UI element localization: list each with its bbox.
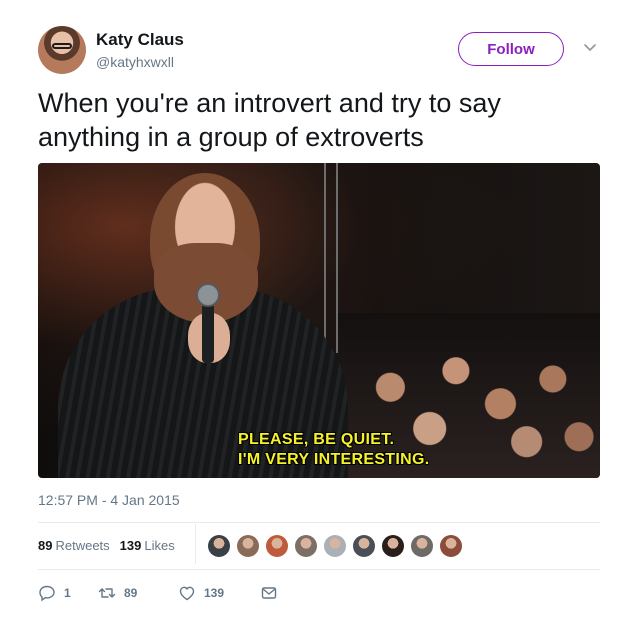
retweets-stat[interactable]: 89 Retweets bbox=[38, 538, 110, 553]
media-subtitle: PLEASE, BE QUIET. I'M VERY INTERESTING. bbox=[238, 430, 429, 470]
subtitle-line-1: PLEASE, BE QUIET. bbox=[238, 431, 395, 448]
tweet-actions: 1 89 139 bbox=[38, 582, 278, 604]
liker-avatar[interactable] bbox=[324, 535, 346, 557]
liker-avatar[interactable] bbox=[440, 535, 462, 557]
reply-button[interactable]: 1 bbox=[38, 584, 98, 602]
user-handle[interactable]: @katyhxwxll bbox=[96, 54, 174, 70]
liker-avatar[interactable] bbox=[353, 535, 375, 557]
user-name[interactable]: Katy Claus bbox=[96, 30, 184, 50]
reply-count: 1 bbox=[64, 586, 71, 600]
tweet-stats: 89 Retweets 139 Likes bbox=[38, 532, 185, 558]
likes-label: Likes bbox=[144, 537, 175, 553]
retweet-button[interactable]: 89 bbox=[98, 584, 178, 602]
microphone-handle bbox=[202, 303, 214, 363]
likes-stat[interactable]: 139 Likes bbox=[120, 538, 175, 553]
retweets-label: Retweets bbox=[55, 537, 110, 553]
liker-avatar[interactable] bbox=[237, 535, 259, 557]
likes-count: 139 bbox=[119, 537, 142, 553]
chevron-down-icon[interactable] bbox=[583, 40, 597, 54]
follow-button[interactable]: Follow bbox=[458, 32, 564, 66]
like-count: 139 bbox=[204, 586, 225, 600]
microphone bbox=[196, 283, 220, 307]
like-button[interactable]: 139 bbox=[178, 584, 260, 602]
liker-avatars bbox=[208, 535, 469, 557]
tweet-header: Katy Claus @katyhxwxll Follow bbox=[38, 26, 603, 78]
retweet-icon bbox=[98, 588, 116, 598]
reply-icon bbox=[39, 585, 55, 602]
divider-bottom bbox=[38, 569, 600, 570]
liker-avatar[interactable] bbox=[208, 535, 230, 557]
divider-top bbox=[38, 522, 600, 523]
direct-message-button[interactable] bbox=[260, 584, 278, 602]
avatar[interactable] bbox=[38, 26, 86, 74]
liker-avatar[interactable] bbox=[295, 535, 317, 557]
stats-separator bbox=[195, 524, 196, 564]
liker-avatar[interactable] bbox=[266, 535, 288, 557]
liker-avatar[interactable] bbox=[382, 535, 404, 557]
retweets-count: 89 bbox=[38, 537, 53, 553]
heart-icon bbox=[179, 586, 195, 601]
tweet-text: When you're an introvert and try to say … bbox=[38, 88, 501, 152]
retweet-count: 89 bbox=[124, 586, 138, 600]
liker-avatar[interactable] bbox=[411, 535, 433, 557]
avatar-glasses bbox=[52, 43, 72, 49]
stage-truss bbox=[324, 163, 338, 353]
tweet-card: Katy Claus @katyhxwxll Follow When you'r… bbox=[0, 0, 635, 628]
envelope-icon bbox=[261, 587, 277, 599]
tweet-timestamp[interactable]: 12:57 PM - 4 Jan 2015 bbox=[38, 492, 180, 508]
tweet-media[interactable]: PLEASE, BE QUIET. I'M VERY INTERESTING. bbox=[38, 163, 600, 478]
subtitle-line-2: I'M VERY INTERESTING. bbox=[238, 451, 430, 468]
